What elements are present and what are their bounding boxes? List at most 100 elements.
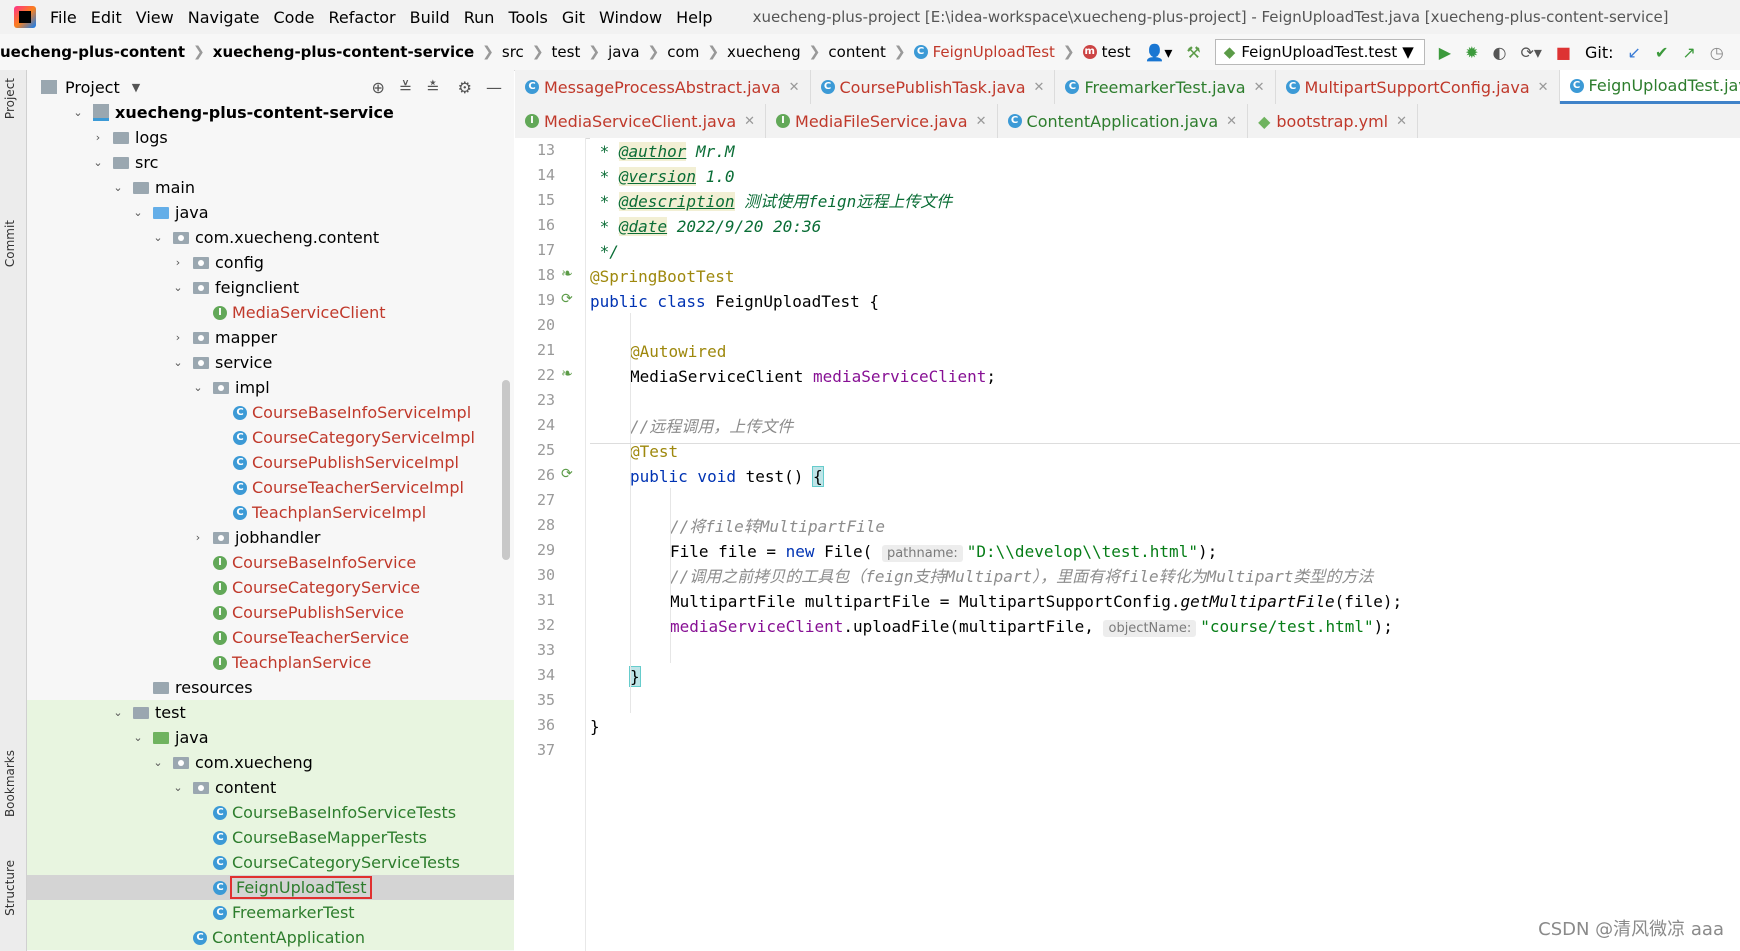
chevron-down-icon[interactable]: ⌄	[151, 756, 165, 769]
close-icon[interactable]: ✕	[744, 114, 755, 129]
tree-item[interactable]: ⌄ impl	[27, 375, 514, 400]
editor-tab[interactable]: C MessageProcessAbstract.java ✕	[515, 70, 811, 104]
run-test-icon[interactable]: ⟳	[561, 291, 573, 307]
close-icon[interactable]: ✕	[1254, 80, 1265, 95]
tree-item[interactable]: › mapper	[27, 325, 514, 350]
breadcrumb-xuecheng[interactable]: xuecheng	[727, 43, 801, 61]
git-commit-icon[interactable]: ✔	[1655, 43, 1668, 62]
tree-item[interactable]: ⌄ com.xuecheng.content	[27, 225, 514, 250]
tree-item[interactable]: ⌄ feignclient	[27, 275, 514, 300]
tool-project[interactable]: Project	[3, 78, 17, 119]
breadcrumb-test[interactable]: test	[552, 43, 581, 61]
editor-tab[interactable]: I MediaServiceClient.java ✕	[515, 104, 767, 138]
expand-all-icon[interactable]: ≚	[399, 78, 412, 97]
tree-item[interactable]: ⌄ com.xuecheng	[27, 750, 514, 775]
menu-edit[interactable]: Edit	[91, 8, 122, 27]
tree-item[interactable]: ⌄ java	[27, 725, 514, 750]
tree-item[interactable]: › jobhandler	[27, 525, 514, 550]
tree-item[interactable]: C FeignUploadTest	[27, 875, 514, 900]
menu-git[interactable]: Git	[562, 8, 585, 27]
project-title[interactable]: Project	[65, 78, 120, 97]
code-editor[interactable]: * @author Mr.M * @version 1.0 * @descrip…	[590, 138, 1740, 951]
tree-item[interactable]: C TeachplanServiceImpl	[27, 500, 514, 525]
chevron-down-icon[interactable]: ⌄	[131, 731, 145, 744]
close-icon[interactable]: ✕	[1226, 114, 1237, 129]
tree-item[interactable]: C CourseBaseInfoServiceImpl	[27, 400, 514, 425]
tree-item[interactable]: I CourseCategoryService	[27, 575, 514, 600]
editor-tab[interactable]: C CoursePublishTask.java ✕	[811, 70, 1056, 104]
locate-icon[interactable]: ⊕	[371, 78, 384, 97]
tree-item[interactable]: C CourseCategoryServiceTests	[27, 850, 514, 875]
chevron-down-icon[interactable]: ⌄	[191, 381, 205, 394]
chevron-right-icon[interactable]: ›	[91, 131, 105, 144]
menu-build[interactable]: Build	[410, 8, 450, 27]
tree-item[interactable]: C CoursePublishServiceImpl	[27, 450, 514, 475]
menu-file[interactable]: File	[50, 8, 77, 27]
tree-item[interactable]: I TeachplanService	[27, 650, 514, 675]
tree-item[interactable]: C CourseBaseInfoServiceTests	[27, 800, 514, 825]
tree-item[interactable]: I CourseBaseInfoService	[27, 550, 514, 575]
tree-item[interactable]: ⌄ test	[27, 700, 514, 725]
chevron-down-icon[interactable]: ⌄	[91, 156, 105, 169]
close-icon[interactable]: ✕	[789, 80, 800, 95]
menu-run[interactable]: Run	[464, 8, 495, 27]
close-icon[interactable]: ✕	[1034, 80, 1045, 95]
chevron-down-icon[interactable]: ⌄	[71, 106, 85, 119]
run-icon[interactable]: ▶	[1439, 43, 1451, 62]
breadcrumb-module[interactable]: xuecheng-plus-content-service	[213, 43, 474, 61]
chevron-right-icon[interactable]: ›	[171, 331, 185, 344]
coverage-icon[interactable]: ◐	[1492, 43, 1506, 62]
chevron-down-icon[interactable]: ⌄	[131, 206, 145, 219]
hammer-icon[interactable]: ⚒	[1186, 43, 1200, 62]
tree-item[interactable]: C FreemarkerTest	[27, 900, 514, 925]
editor-tab[interactable]: C ContentApplication.java ✕	[998, 104, 1249, 138]
debug-icon[interactable]: ✹	[1465, 43, 1478, 62]
tree-item[interactable]: C CourseTeacherServiceImpl	[27, 475, 514, 500]
tree-item[interactable]: › logs	[27, 125, 514, 150]
tree-scrollbar[interactable]	[502, 380, 510, 560]
chevron-down-icon[interactable]: ⌄	[171, 781, 185, 794]
tree-item[interactable]: resources	[27, 675, 514, 700]
tree-item[interactable]: ⌄ java	[27, 200, 514, 225]
tree-item[interactable]: C ContentApplication	[27, 925, 514, 950]
profile-icon[interactable]: ⟳▾	[1520, 43, 1541, 62]
editor-tab[interactable]: CFeignUploadTest.java✕	[1559, 70, 1740, 104]
user-icon[interactable]: 👤▾	[1144, 43, 1172, 62]
git-push-icon[interactable]: ↗	[1682, 43, 1695, 62]
breadcrumb-java[interactable]: java	[608, 43, 639, 61]
run-config-select[interactable]: ◆ FeignUploadTest.test ▼	[1214, 39, 1425, 65]
menu-tools[interactable]: Tools	[508, 8, 547, 27]
tree-item[interactable]: ⌄ main	[27, 175, 514, 200]
breadcrumb-class[interactable]: C FeignUploadTest	[913, 43, 1055, 61]
tree-item[interactable]: C CourseCategoryServiceImpl	[27, 425, 514, 450]
editor-tab[interactable]: C FreemarkerTest.java ✕	[1055, 70, 1276, 104]
chevron-down-icon[interactable]: ⌄	[151, 231, 165, 244]
close-icon[interactable]: ✕	[1396, 114, 1407, 129]
tree-item[interactable]: I CoursePublishService	[27, 600, 514, 625]
menu-navigate[interactable]: Navigate	[188, 8, 260, 27]
close-icon[interactable]: ✕	[1538, 80, 1549, 95]
spring-bean-icon[interactable]: ❧	[561, 266, 573, 282]
editor-tab[interactable]: I MediaFileService.java ✕	[766, 104, 998, 138]
breadcrumb-com[interactable]: com	[667, 43, 699, 61]
tree-item[interactable]: ⌄ xuecheng-plus-content-service	[27, 104, 514, 125]
menu-code[interactable]: Code	[274, 8, 315, 27]
chevron-down-icon[interactable]: ⌄	[111, 706, 125, 719]
breadcrumb-method[interactable]: m test	[1082, 43, 1130, 61]
tree-item[interactable]: ⌄ src	[27, 150, 514, 175]
breadcrumb-project[interactable]: uecheng-plus-content	[0, 43, 185, 61]
close-icon[interactable]: ✕	[976, 114, 987, 129]
menu-refactor[interactable]: Refactor	[328, 8, 395, 27]
menu-view[interactable]: View	[136, 8, 174, 27]
tree-item[interactable]: I MediaServiceClient	[27, 300, 514, 325]
tool-structure[interactable]: Structure	[3, 860, 17, 916]
collapse-all-icon[interactable]: ≛	[426, 78, 439, 97]
menu-help[interactable]: Help	[676, 8, 712, 27]
tool-commit[interactable]: Commit	[3, 220, 17, 267]
gear-icon[interactable]: ⚙	[458, 78, 472, 97]
chevron-right-icon[interactable]: ›	[191, 531, 205, 544]
tree-item[interactable]: ⌄ content	[27, 775, 514, 800]
chevron-down-icon[interactable]: ⌄	[111, 181, 125, 194]
editor-tab[interactable]: C MultipartSupportConfig.java ✕	[1276, 70, 1560, 104]
editor-tab[interactable]: ◆ bootstrap.yml ✕	[1248, 104, 1419, 138]
